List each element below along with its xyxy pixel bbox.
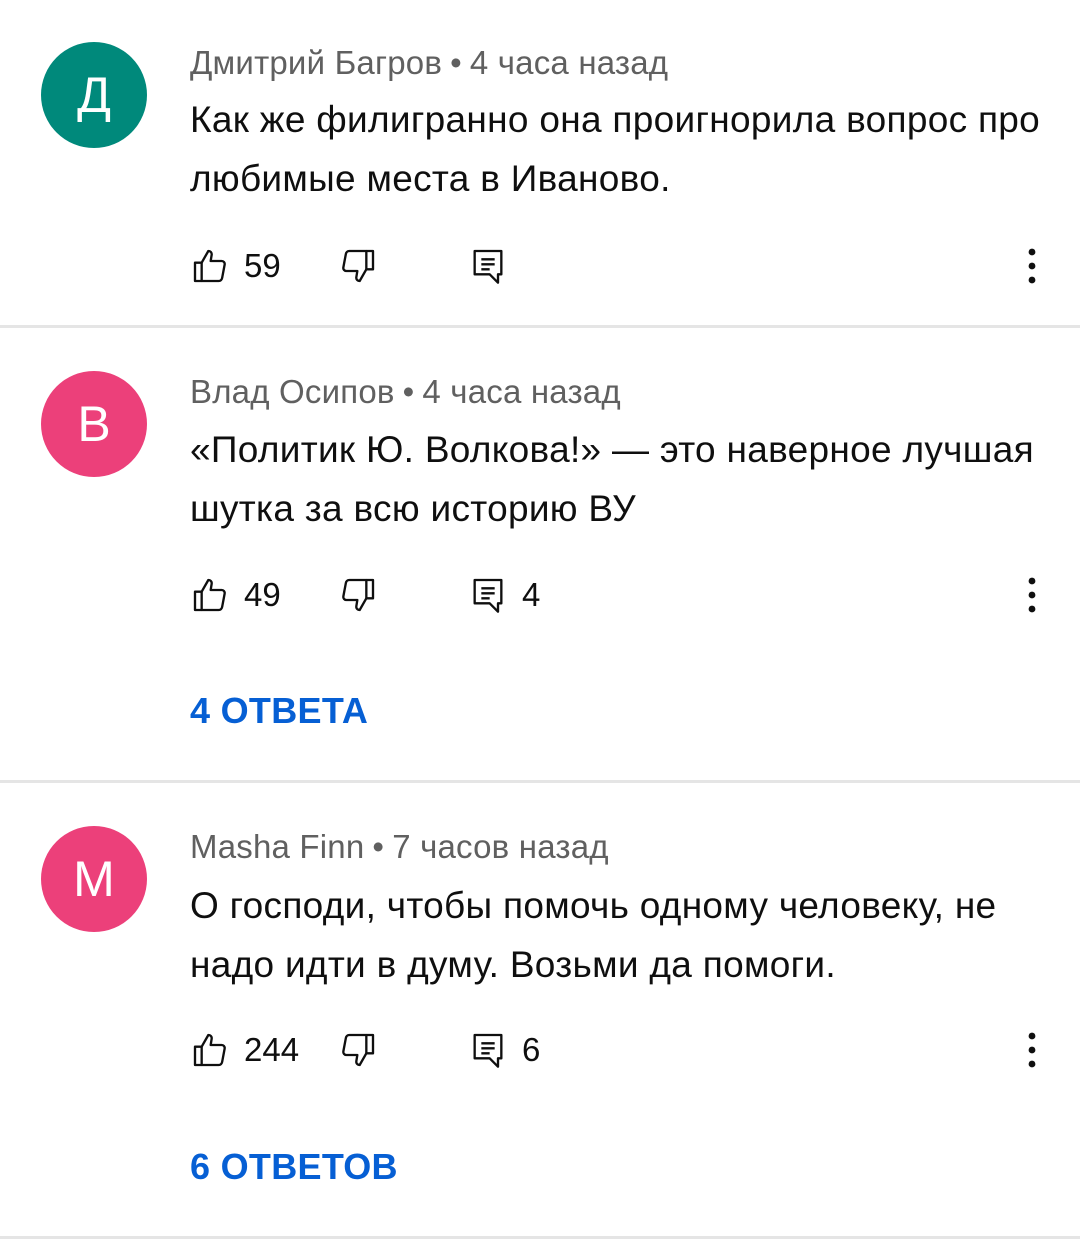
comment-text: «Политик Ю. Волкова!» — это наверное луч… xyxy=(190,429,1034,529)
thumb-down-icon xyxy=(338,1030,378,1070)
comment-time[interactable]: 4 часа назад xyxy=(470,44,668,81)
dislike-button[interactable] xyxy=(338,1028,378,1072)
author-name[interactable]: Влад Осипов xyxy=(190,373,395,410)
comment-time[interactable]: 7 часов назад xyxy=(392,828,609,865)
meta-separator: • xyxy=(402,373,415,410)
like-count: 59 xyxy=(244,247,281,284)
more-vert-icon xyxy=(1028,577,1036,613)
thumb-up-icon xyxy=(190,246,230,286)
comment-icon xyxy=(468,246,508,286)
like-count: 49 xyxy=(244,576,281,613)
reply-button[interactable]: 4 xyxy=(468,573,540,617)
dislike-button[interactable] xyxy=(338,573,378,617)
comment-meta: Влад Осипов • 4 часа назад xyxy=(190,373,621,411)
avatar[interactable]: Д xyxy=(41,42,147,148)
thumb-up-icon xyxy=(190,1030,230,1070)
comment-time[interactable]: 4 часа назад xyxy=(422,373,620,410)
reply-button[interactable] xyxy=(468,244,522,288)
divider xyxy=(0,780,1080,783)
comment-actions: 244 6 xyxy=(0,1028,1080,1072)
meta-separator: • xyxy=(450,44,462,81)
comment-text: О господи, чтобы помочь одному человеку,… xyxy=(190,885,997,985)
like-button[interactable]: 49 xyxy=(190,573,281,617)
comment-icon xyxy=(468,1030,508,1070)
more-vert-icon xyxy=(1028,248,1036,284)
show-replies-button[interactable]: 6 ОТВЕТОВ xyxy=(190,1146,398,1188)
divider xyxy=(0,1236,1080,1239)
thumb-up-icon xyxy=(190,575,230,615)
dislike-button[interactable] xyxy=(338,244,378,288)
show-replies-button[interactable]: 4 ОТВЕТА xyxy=(190,690,368,732)
comment-icon xyxy=(468,575,508,615)
like-count: 244 xyxy=(244,1031,300,1068)
meta-separator: • xyxy=(372,828,385,865)
avatar[interactable]: В xyxy=(41,371,147,477)
divider xyxy=(0,325,1080,328)
comment-meta: Дмитрий Багров • 4 часа назад xyxy=(190,44,668,82)
author-name[interactable]: Дмитрий Багров xyxy=(190,44,442,81)
avatar[interactable]: M xyxy=(41,826,147,932)
reply-button[interactable]: 6 xyxy=(468,1028,540,1072)
like-button[interactable]: 59 xyxy=(190,244,281,288)
author-name[interactable]: Masha Finn xyxy=(190,828,364,865)
more-vert-icon xyxy=(1028,1032,1036,1068)
reply-count: 4 xyxy=(522,576,541,613)
more-button[interactable] xyxy=(1018,573,1046,617)
comment-text: Как же филигранно она проигнорила вопрос… xyxy=(190,99,1041,199)
more-button[interactable] xyxy=(1018,1028,1046,1072)
comment-actions: 59 xyxy=(0,244,1080,288)
comment-actions: 49 4 xyxy=(0,573,1080,617)
thumb-down-icon xyxy=(338,246,378,286)
like-button[interactable]: 244 xyxy=(190,1028,299,1072)
more-button[interactable] xyxy=(1018,244,1046,288)
reply-count: 6 xyxy=(522,1031,541,1068)
thumb-down-icon xyxy=(338,575,378,615)
comment-meta: Masha Finn • 7 часов назад xyxy=(190,828,609,866)
